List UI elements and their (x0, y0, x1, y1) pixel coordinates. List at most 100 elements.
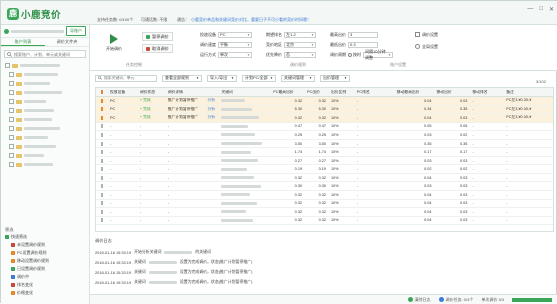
tree-item[interactable] (1, 115, 89, 124)
cycle-radio[interactable]: 按时 (348, 52, 361, 58)
table-row[interactable]: PC + 完成 推广计划暂停推广 分析 0.32 0.32 10% -0.04 0.03- PC左… (96, 114, 553, 123)
min-bid-input[interactable]: 0.3 (348, 41, 378, 48)
filter-item[interactable]: 快速筛选 (5, 233, 87, 241)
bid-manage-select[interactable]: 出价管理 ▼ (320, 74, 350, 82)
column-header[interactable]: 投放设备 (108, 90, 138, 95)
rank-select[interactable]: 左1-2 ▼ (284, 31, 316, 38)
column-header[interactable]: 调价状态 (138, 90, 166, 95)
checkbox[interactable] (5, 63, 10, 68)
row-checkbox[interactable] (101, 167, 103, 172)
area-select[interactable]: 北京 ▼ (284, 41, 316, 48)
table-row[interactable]: PC + 完成 推广计划暂停推广 分析 5.30 5.30 10% -0.34 0.35- PC左… (96, 105, 553, 115)
tree-item[interactable] (1, 133, 89, 142)
table-row[interactable]: - - -0.27 0.27 10% -0.03 0.03- - (96, 157, 553, 166)
checkbox[interactable] (9, 81, 14, 86)
cycle-interval-select[interactable]: 间隔10分钟调整 ▼ (363, 49, 393, 60)
tree-item[interactable] (1, 142, 89, 151)
column-header[interactable]: 移动排名 (470, 90, 504, 95)
priority-select[interactable]: 否 ▼ (284, 51, 316, 58)
row-checkbox[interactable] (101, 141, 103, 146)
table-row[interactable]: - - -3.50 3.50 10% -0.35 0.35- - (96, 140, 553, 149)
filter-item[interactable]: 未设置调价规则 (5, 241, 87, 249)
filter-item[interactable]: 移动设置调价规则 (5, 257, 87, 265)
table-row[interactable]: PC + 完成 推广计划暂停推广 分析 0.32 0.32 10% -0.04 0.03- PC左… (96, 97, 553, 106)
max-bid-input[interactable]: 3 (348, 31, 378, 38)
checkbox[interactable] (9, 90, 14, 95)
row-checkbox[interactable] (101, 115, 103, 120)
tree-item[interactable] (1, 88, 89, 97)
row-checkbox[interactable] (101, 209, 103, 214)
cell-link[interactable]: 分析 (206, 115, 220, 120)
checkbox[interactable] (9, 117, 14, 122)
import-account-button[interactable]: 导账户 (66, 26, 86, 36)
checkbox[interactable] (9, 108, 14, 113)
row-checkbox[interactable] (101, 175, 103, 180)
checkbox[interactable] (9, 99, 14, 104)
tree-item[interactable] (1, 160, 89, 169)
table-row[interactable]: - - -0.32 0.32 10% -0.04 0.03- - (96, 174, 553, 183)
row-checkbox[interactable] (101, 150, 103, 155)
checkbox[interactable] (9, 135, 14, 140)
table-row[interactable]: - - -0.32 0.32 10% -0.04 0.03- - (96, 217, 553, 226)
table-row[interactable]: - - -0.32 0.32 10% -0.04 0.03- - (96, 191, 553, 200)
settings-button[interactable]: 调价设置 (415, 31, 438, 38)
column-header[interactable]: 出价比例 (329, 90, 355, 95)
sidebar-search-input[interactable] (14, 51, 83, 57)
speed-select[interactable]: 平衡 ▼ (218, 41, 252, 48)
minimize-icon[interactable]: — (527, 6, 533, 13)
column-header[interactable]: 移动出价 (435, 90, 471, 95)
tree-item[interactable] (1, 79, 89, 88)
column-header[interactable]: 备注 (504, 90, 553, 95)
cell-link[interactable]: 分析 (206, 98, 220, 103)
column-header[interactable]: 移动最高出价 (395, 90, 435, 95)
tree-item[interactable] (1, 61, 89, 70)
device-select[interactable]: PC ▼ (218, 31, 252, 38)
row-checkbox[interactable] (101, 184, 103, 189)
global-settings-button[interactable]: 全局设置 (415, 43, 438, 50)
row-checkbox[interactable] (101, 201, 103, 206)
table-row[interactable]: - - -0.25 0.25 10% -0.03 0.02- - (96, 131, 553, 140)
filter-item[interactable]: 价格变化 (5, 289, 87, 297)
tree-item[interactable] (1, 124, 89, 133)
notice-link[interactable]: 小鹿竞价单品和关键词竞价对比，重要日子不可小看的竞价时间哦！ (191, 17, 311, 23)
checkbox[interactable] (9, 162, 14, 167)
rule-filter-select[interactable]: 查看全部规则 ▼ (162, 74, 202, 82)
column-header[interactable]: PC排名 (355, 90, 395, 95)
table-row[interactable]: - - -0.32 0.32 10% -0.04 0.03- - (96, 200, 553, 209)
table-row[interactable]: - - -1.74 1.74 10% -0.17 0.17- - (96, 148, 553, 157)
row-checkbox[interactable] (101, 218, 103, 223)
checkbox[interactable] (9, 72, 14, 77)
table-row[interactable]: - - -0.47 0.47 10% -0.05 0.05- - (96, 123, 553, 132)
row-checkbox[interactable] (101, 158, 103, 163)
column-header[interactable]: PC最高出价 (271, 90, 305, 95)
table-row[interactable]: - - -0.19 0.19 10% -0.02 0.02- - (96, 165, 553, 174)
grid-search-input[interactable] (104, 76, 154, 80)
tree-item[interactable] (1, 70, 89, 79)
row-checkbox[interactable] (101, 192, 103, 197)
pause-button[interactable]: 暂停调价 (142, 32, 173, 41)
column-header[interactable]: 调价详情 (166, 90, 206, 95)
mode-select[interactable]: 单次 ▼ (218, 51, 252, 58)
table-row[interactable]: - - -0.30 0.30 10% -0.03 0.03- - (96, 182, 553, 192)
maximize-icon[interactable]: □ (539, 6, 543, 13)
select-all-checkbox[interactable] (101, 90, 103, 94)
table-row[interactable]: - - -0.32 0.32 10% -0.04 0.03- - (96, 208, 553, 217)
close-icon[interactable]: ✕ (549, 6, 554, 13)
row-checkbox[interactable] (101, 107, 103, 112)
tree-item[interactable] (1, 97, 89, 106)
device-filter-select[interactable]: 计划PC/全部 ▼ (242, 74, 276, 82)
import-export-select[interactable]: 导入/导出 ▼ (207, 74, 237, 82)
tree-item[interactable] (1, 151, 89, 160)
tab-folder[interactable]: 调价文件夹 (45, 38, 89, 46)
column-header[interactable] (96, 90, 108, 94)
filter-item[interactable]: 排名变化 (5, 281, 87, 289)
tree-item[interactable] (1, 106, 89, 115)
column-header[interactable]: 关键词 (219, 90, 271, 95)
row-checkbox[interactable] (101, 124, 103, 129)
clear-log-button[interactable]: 清除日志 (407, 297, 431, 303)
row-checkbox[interactable] (101, 98, 103, 103)
keyword-manage-select[interactable]: 关键词管理 ▼ (281, 74, 315, 82)
cell-link[interactable]: 分析 (206, 107, 220, 112)
row-checkbox[interactable] (101, 132, 103, 137)
checkbox[interactable] (9, 144, 14, 149)
